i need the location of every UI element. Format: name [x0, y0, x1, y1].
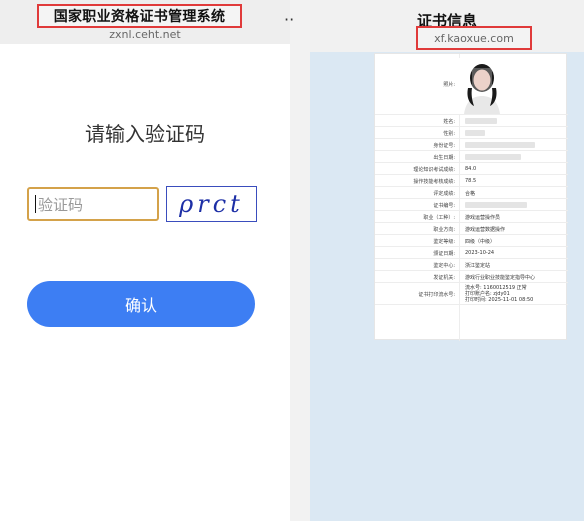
cert-label: 出生日期:: [433, 155, 455, 161]
cert-row-birthdate: 出生日期:: [375, 151, 568, 163]
cert-row-level: 鉴定等级: 四级（中级）: [375, 235, 568, 247]
cert-row-skill-score: 操作技能考核成绩: 78.5: [375, 175, 568, 187]
cert-row-cert-number: 证书编号:: [375, 199, 568, 211]
cert-row-assessment: 评定成绩: 合格: [375, 187, 568, 199]
cert-row-id: 身份证号:: [375, 139, 568, 151]
cert-label: 性别:: [443, 131, 455, 137]
cert-label: 操作技能考核成绩:: [413, 179, 455, 185]
cert-row-print-serial: 证书打印流水号: 流水号: 1160012519 正常 打印账户名: zjdy0…: [375, 283, 568, 305]
captcha-image[interactable]: ρrct: [166, 186, 257, 222]
cert-row-center: 鉴定中心: 浙江鉴定站: [375, 259, 568, 271]
captcha-prompt: 请输入验证码: [85, 122, 205, 146]
cert-row-theory-score: 理论知识考试成绩: 84.0: [375, 163, 568, 175]
cert-value-blurred: [465, 118, 565, 125]
cert-value: 浙江鉴定站: [465, 263, 491, 269]
cert-label: 证书打印流水号:: [418, 292, 455, 298]
cert-value: 游戏行业职业技能鉴定指导中心: [465, 275, 536, 281]
cert-value: 2023-10-24: [465, 250, 495, 256]
cert-value-blurred: [465, 154, 565, 161]
confirm-button[interactable]: 确认: [27, 281, 255, 327]
cert-url-text: xf.kaoxue.com: [434, 31, 514, 45]
cert-url-box: xf.kaoxue.com: [416, 26, 532, 50]
cert-header: 证书信息 xf.kaoxue.com: [310, 0, 584, 52]
cert-value: 游戏运营操作员: [465, 215, 501, 221]
cert-row-occupation: 职业（工种）: 游戏运营操作员: [375, 211, 568, 223]
cert-row-gender: 性别:: [375, 127, 568, 139]
cert-value: 合格: [465, 191, 476, 197]
cert-value: 84.0: [465, 166, 477, 172]
cert-row-issue-date: 颁证日期: 2023-10-24: [375, 247, 568, 259]
cert-value-blurred: [465, 142, 565, 149]
cert-value-blurred: [465, 130, 565, 137]
captcha-input[interactable]: 验证码: [27, 187, 159, 221]
cert-row-direction: 职业方向: 游戏运营数据操作: [375, 223, 568, 235]
cert-label: 鉴定等级:: [433, 239, 455, 245]
page-title: 国家职业资格证书管理系统: [53, 9, 226, 25]
captcha-image-text: ρrct: [179, 190, 244, 218]
cert-label: 职业（工种）:: [423, 215, 455, 221]
cert-label: 身份证号:: [433, 143, 455, 149]
cert-label: 发证机关:: [433, 275, 455, 281]
captcha-placeholder: 验证码: [38, 195, 84, 214]
text-caret: [35, 195, 36, 213]
browser-header: 国家职业资格证书管理系统 zxnl.ceht.net ··: [0, 0, 294, 44]
cert-label: 理论知识考试成绩:: [413, 167, 455, 173]
photo: [458, 58, 506, 114]
person-photo-icon: [458, 58, 506, 114]
cert-label: 姓名:: [443, 119, 455, 125]
url-text: zxnl.ceht.net: [109, 28, 181, 41]
cert-label: 证书编号:: [433, 203, 455, 209]
more-icon[interactable]: ··: [284, 10, 294, 29]
cert-value: 游戏运营数据操作: [465, 227, 506, 233]
page-title-box: 国家职业资格证书管理系统: [37, 4, 242, 28]
left-phone-screen: 国家职业资格证书管理系统 zxnl.ceht.net ·· 请输入验证码 验证码…: [0, 0, 294, 521]
cert-label: 照片:: [443, 82, 455, 88]
cert-row-name: 姓名:: [375, 115, 568, 127]
cert-label: 职业方向:: [433, 227, 455, 233]
cert-label: 鉴定中心:: [433, 263, 455, 269]
cert-value-blurred: [465, 202, 565, 209]
cert-label: 颁证日期:: [433, 251, 455, 257]
cert-row-authority: 发证机关: 游戏行业职业技能鉴定指导中心: [375, 271, 568, 283]
cert-value: 78.5: [465, 178, 477, 184]
cert-value: 四级（中级）: [465, 239, 496, 245]
cert-label: 评定成绩:: [433, 191, 455, 197]
cert-value: 流水号: 1160012519 正常 打印账户名: zjdy01 打印时间: 2…: [465, 285, 534, 303]
